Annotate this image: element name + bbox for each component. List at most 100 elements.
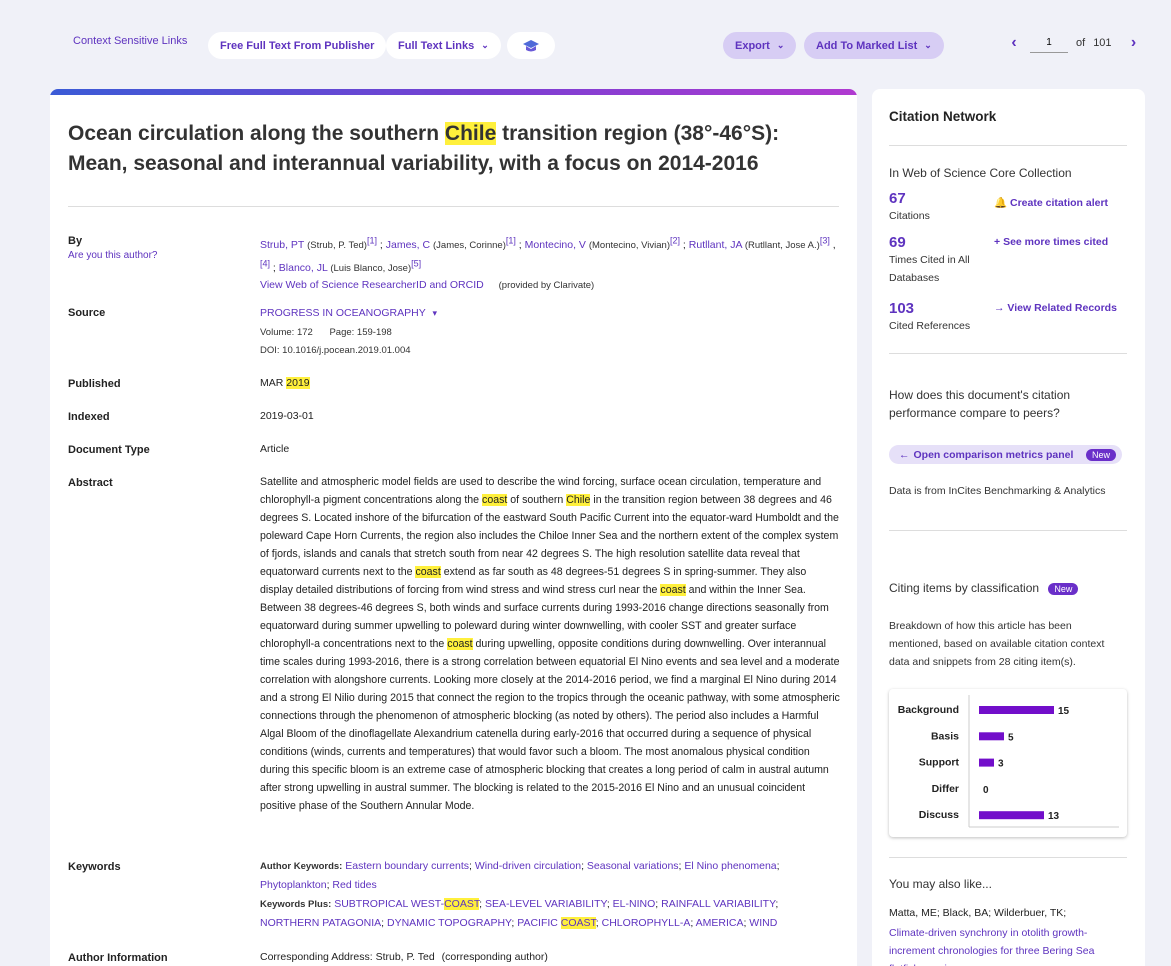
author-full-name: (Rutllant, Jose A.) xyxy=(744,239,820,251)
chart-bar[interactable] xyxy=(979,758,994,767)
are-you-author-link[interactable]: Are you this author? xyxy=(68,250,158,261)
indexed-label: Indexed xyxy=(68,411,110,423)
free-full-text-button[interactable]: Free Full Text From Publisher xyxy=(208,32,387,59)
author-keyword-link[interactable]: Wind-driven circulation xyxy=(475,860,581,872)
chart-bar[interactable] xyxy=(979,732,1004,741)
researcher-id-link[interactable]: View Web of Science ResearcherID and ORC… xyxy=(260,279,484,291)
author-link[interactable]: Rutllant, JA xyxy=(689,239,742,251)
new-badge: New xyxy=(1048,583,1079,595)
keyword-plus-link[interactable]: SEA-LEVEL VARIABILITY xyxy=(485,898,607,910)
author-keyword-link[interactable]: Red tides xyxy=(332,879,376,891)
next-record-icon[interactable]: › xyxy=(1126,34,1142,52)
add-to-marked-list-button[interactable]: Add To Marked List ⌄ xyxy=(804,32,944,59)
chart-value-label: 0 xyxy=(983,785,989,796)
core-collection-heading: In Web of Science Core Collection xyxy=(889,166,1072,180)
author-link[interactable]: Strub, PT xyxy=(260,239,304,251)
affiliation-ref[interactable]: [1] xyxy=(506,235,516,245)
panel-divider xyxy=(889,857,1127,858)
caret-down-icon[interactable]: ▾ xyxy=(432,308,437,318)
corresponding-address: Corresponding Address: Strub, P. Ted (co… xyxy=(260,951,548,963)
graduation-cap-icon xyxy=(523,39,539,51)
keyword-plus-link[interactable]: PACIFIC COAST xyxy=(517,917,596,929)
full-text-links-label: Full Text Links xyxy=(398,39,475,52)
author-keywords-label: Author Keywords: xyxy=(260,861,343,872)
chart-value-label: 3 xyxy=(998,759,1004,770)
author-link[interactable]: Blanco, JL xyxy=(279,262,328,274)
doi: DOI: 10.1016/j.pocean.2019.01.004 xyxy=(260,345,411,356)
compare-question: How does this document's citation perfor… xyxy=(889,388,1071,420)
free-full-text-label: Free Full Text From Publisher xyxy=(220,39,375,52)
keyword-plus-link[interactable]: SUBTROPICAL WEST-COAST xyxy=(334,898,480,910)
author-keywords-row: Author Keywords: Eastern boundary curren… xyxy=(260,860,780,891)
chart-category-label: Support xyxy=(919,757,960,769)
affiliation-ref[interactable]: [1] xyxy=(367,235,377,245)
affiliation-ref[interactable]: [5] xyxy=(411,259,421,269)
keyword-plus-link[interactable]: CHLOROPHYLL-A xyxy=(602,917,691,929)
author-keyword-link[interactable]: El Nino phenomena xyxy=(684,860,776,872)
keyword-plus-link[interactable]: AMERICA xyxy=(696,917,744,929)
chart-bar[interactable] xyxy=(979,706,1054,714)
record-title: Ocean circulation along the southern Chi… xyxy=(68,122,780,175)
previous-record-icon[interactable]: ‹ xyxy=(1006,34,1022,52)
published-year-highlight: 2019 xyxy=(286,377,310,389)
open-comparison-panel-button[interactable]: ← Open comparison metrics panel New xyxy=(889,445,1122,464)
times-cited-count[interactable]: 69 xyxy=(889,234,906,251)
pages: Page: 159-198 xyxy=(329,327,392,338)
page-number-input[interactable] xyxy=(1030,33,1068,53)
chart-category-label: Discuss xyxy=(919,809,959,821)
cited-references-count[interactable]: 103 xyxy=(889,300,914,317)
author-link[interactable]: James, C xyxy=(386,239,430,251)
keyword-plus-link[interactable]: EL-NINO xyxy=(613,898,656,910)
chevron-down-icon: ⌄ xyxy=(924,40,932,50)
affiliation-ref[interactable]: [3] xyxy=(820,235,830,245)
chart-value-label: 13 xyxy=(1048,811,1060,822)
chart-value-label: 5 xyxy=(1008,732,1014,743)
classification-bar-chart: Background 15 Basis 5 Support 3 Differ 0 Discuss… xyxy=(898,695,1119,828)
plus-icon: + xyxy=(994,236,1001,248)
abstract-label: Abstract xyxy=(68,477,113,489)
citations-count[interactable]: 67 xyxy=(889,190,906,207)
view-related-records-link[interactable]: → View Related Records xyxy=(994,302,1117,314)
document-type-label: Document Type xyxy=(68,444,150,456)
affiliation-ref[interactable]: [2] xyxy=(670,235,680,245)
document-type-value: Article xyxy=(260,443,290,455)
recommended-title-link[interactable]: Climate-driven synchrony in otolith grow… xyxy=(889,924,1114,966)
graduation-cap-button[interactable] xyxy=(507,32,555,59)
see-more-times-cited-link[interactable]: + See more times cited xyxy=(994,236,1108,248)
panel-divider xyxy=(889,530,1127,531)
keyword-plus-link[interactable]: DYNAMIC TOPOGRAPHY xyxy=(387,917,511,929)
author-full-name: (Montecino, Vivian) xyxy=(588,239,670,251)
source-journal-link[interactable]: PROGRESS IN OCEANOGRAPHY xyxy=(260,307,426,319)
abstract-text: Satellite and atmospheric model fields a… xyxy=(260,476,840,812)
record-card: Ocean circulation along the southern Chi… xyxy=(50,89,857,966)
full-text-links-button[interactable]: Full Text Links ⌄ xyxy=(386,32,501,59)
volume: Volume: 172 xyxy=(260,327,313,338)
author-keyword-link[interactable]: Phytoplankton xyxy=(260,879,327,891)
export-label: Export xyxy=(735,39,770,52)
chart-category-label: Basis xyxy=(931,730,959,742)
keyword-plus-link[interactable]: WIND xyxy=(749,917,777,929)
title-highlight: Chile xyxy=(444,122,497,145)
chevron-down-icon: ⌄ xyxy=(776,40,785,50)
affiliation-ref[interactable]: [4] xyxy=(260,259,270,269)
author-full-name: (Strub, P. Ted) xyxy=(307,239,367,251)
create-citation-alert-link[interactable]: 🔔 Create citation alert xyxy=(994,196,1108,209)
search-term-highlight: coast xyxy=(660,584,686,596)
cited-references-label: Cited References xyxy=(889,320,971,332)
chevron-down-icon: ⌄ xyxy=(481,40,489,50)
add-to-marked-list-label: Add To Marked List xyxy=(816,39,918,52)
context-sensitive-links[interactable]: Context Sensitive Links xyxy=(73,35,187,47)
author-keyword-link[interactable]: Eastern boundary currents xyxy=(345,860,469,872)
keyword-plus-link[interactable]: NORTHERN PATAGONIA xyxy=(260,917,381,929)
chart-bar[interactable] xyxy=(979,811,1044,820)
panel-divider xyxy=(889,353,1127,354)
export-button[interactable]: Export ⌄ xyxy=(723,32,797,59)
arrow-right-icon: → xyxy=(994,302,1005,314)
author-keyword-link[interactable]: Seasonal variations xyxy=(587,860,679,872)
keyword-plus-link[interactable]: RAINFALL VARIABILITY xyxy=(661,898,775,910)
panel-divider xyxy=(889,145,1127,146)
incites-note: Data is from InCites Benchmarking & Anal… xyxy=(889,485,1106,497)
author-link[interactable]: Montecino, V xyxy=(525,239,586,251)
source-row: PROGRESS IN OCEANOGRAPHY ▾ xyxy=(260,307,437,319)
pagination: ‹ of 101 › xyxy=(1006,33,1142,53)
